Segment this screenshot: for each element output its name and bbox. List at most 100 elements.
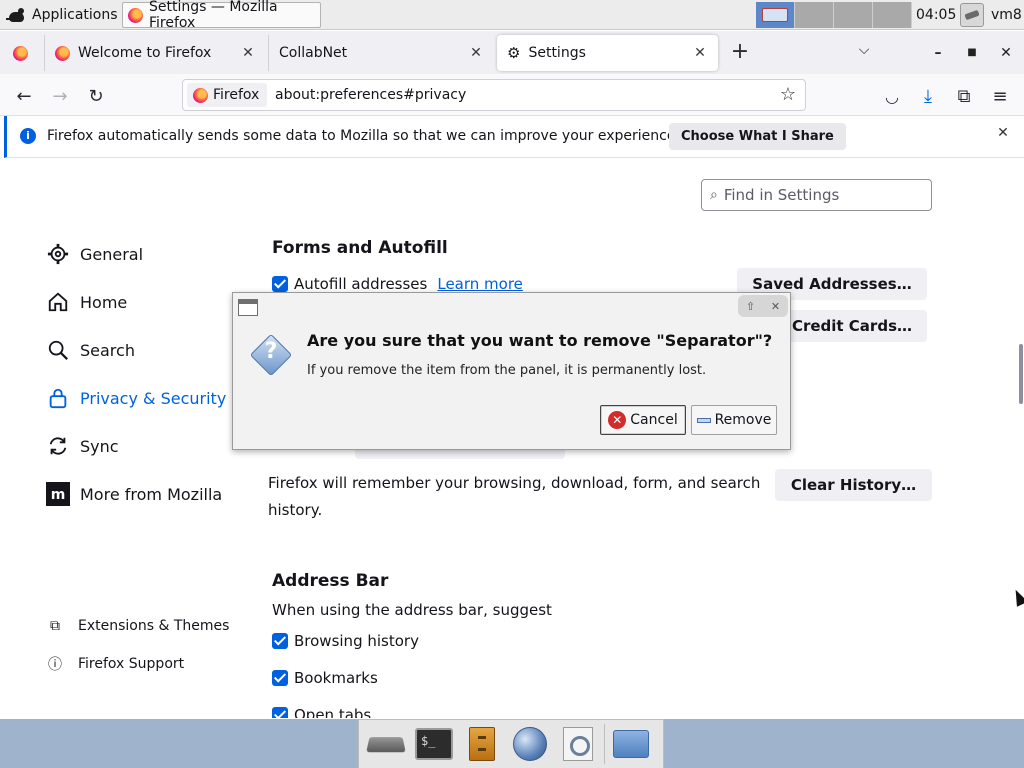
sidebar-footer-label: Extensions & Themes [78,618,230,634]
show-desktop-launcher[interactable] [364,724,408,764]
find-in-settings-input[interactable] [723,186,914,204]
sidebar-footer-label: Firefox Support [78,656,185,672]
hamburger-menu-icon[interactable]: ≡ [987,83,1013,109]
identity-label: Firefox [213,87,260,103]
open-tabs-checkbox[interactable] [272,707,288,718]
sidebar-item-general[interactable]: General [46,238,143,270]
applications-label: Applications [32,7,118,23]
sidebar-firefox-support[interactable]: ⓘ Firefox Support [46,652,184,676]
web-browser-launcher[interactable] [508,724,552,764]
sidebar-item-home[interactable]: Home [46,286,127,318]
close-icon[interactable]: ✕ [993,125,1013,145]
cancel-button[interactable]: ✕ Cancel [600,405,686,435]
firefox-icon [128,7,143,23]
downloads-icon[interactable]: ⤓ [915,83,941,109]
workspace-2[interactable] [795,2,834,28]
workspace-1[interactable] [756,2,795,28]
gear-icon: ⚙ [507,44,521,62]
taskbar-firefox-window[interactable]: Settings — Mozilla Firefox [122,0,321,31]
window-icon [238,299,258,316]
forward-arrow-icon[interactable]: → [47,83,73,109]
dialog-maximize-icon[interactable]: ⇧ [746,300,755,313]
tab-label: CollabNet [279,45,348,61]
address-bar-heading: Address Bar [272,571,389,591]
url-text[interactable]: about:preferences#privacy [275,80,466,110]
dialog-message: If you remove the item from the panel, i… [307,363,707,378]
home-folder-launcher[interactable] [609,724,653,764]
dialog-title: Are you sure that you want to remove "Se… [307,331,773,350]
history-description-line2: history. [268,501,323,519]
close-icon[interactable]: ✕ [771,300,780,313]
remove-button-label: Remove [714,412,772,428]
clear-history-button[interactable]: Clear History… [775,469,932,501]
autofill-addresses-label: Autofill addresses [294,275,428,293]
window-close-button[interactable]: ✕ [995,42,1017,64]
help-icon: ⓘ [48,657,62,673]
close-icon[interactable]: ✕ [692,45,708,61]
find-in-settings[interactable]: ⌕ [701,179,932,211]
suggest-browsing-history-row: Browsing history [272,630,419,652]
browsing-history-checkbox[interactable] [272,633,288,649]
dock-separator [604,724,605,764]
sidebar-item-more-from-mozilla[interactable]: m More from Mozilla [46,478,222,510]
home-icon [46,290,70,314]
sync-icon [46,434,70,458]
bookmarks-checkbox[interactable] [272,670,288,686]
network-tray-icon[interactable] [960,3,984,27]
search-icon [46,338,70,362]
choose-what-i-share-button[interactable]: Choose What I Share [669,123,846,150]
svg-text:m: m [51,487,66,503]
new-tab-button[interactable]: + [728,40,752,66]
autofill-addresses-checkbox[interactable] [272,276,288,292]
tab-collabnet[interactable]: CollabNet ✕ [268,35,494,71]
learn-more-link[interactable]: Learn more [437,275,523,293]
sidebar-item-sync[interactable]: Sync [46,430,119,462]
file-manager-launcher[interactable] [460,724,504,764]
navigation-toolbar: ← → ↻ Firefox about:preferences#privacy … [0,74,1024,116]
workspace-4[interactable] [873,2,912,28]
reload-icon[interactable]: ↻ [83,83,109,109]
address-bar-subtitle: When using the address bar, suggest [272,601,552,619]
globe-icon [513,727,547,761]
drive-icon [366,737,406,753]
search-icon: ⌕ [710,187,718,203]
applications-menu-button[interactable]: Applications [2,2,122,28]
history-description-line1: Firefox will remember your browsing, dow… [268,474,761,492]
back-arrow-icon[interactable]: ← [11,83,37,109]
close-icon[interactable]: ✕ [468,45,484,61]
page-scrollbar-thumb[interactable] [1019,344,1023,404]
sidebar-item-privacy-security[interactable]: Privacy & Security [46,382,226,414]
sidebar-item-search[interactable]: Search [46,334,135,366]
bookmark-star-icon[interactable]: ☆ [777,84,799,106]
magnifier-icon [563,727,593,761]
cancel-icon: ✕ [608,411,627,429]
workspace-window-thumbnail [762,8,788,22]
tab-welcome[interactable]: Welcome to Firefox ✕ [44,35,266,71]
xfce-mouse-icon [6,6,28,24]
remove-button[interactable]: Remove [691,405,777,435]
maximize-button[interactable]: ■ [961,42,983,64]
tab-settings[interactable]: ⚙ Settings ✕ [497,35,718,71]
app-finder-launcher[interactable] [556,724,600,764]
identity-box[interactable]: Firefox [187,83,267,107]
extensions-puzzle-icon[interactable]: ⧉ [951,83,977,109]
panel-clock[interactable]: 04:05 [916,0,956,30]
minimize-button[interactable]: – [927,42,949,64]
close-icon[interactable]: ✕ [240,45,256,61]
tab-label: Settings [528,45,586,61]
terminal-icon: $_ [415,728,453,760]
firefox-view-icon [13,45,28,61]
pocket-icon[interactable]: ◡ [879,83,905,109]
dock-panel: $_ [358,719,664,768]
remove-item-dialog: ⇧ ✕ ? Are you sure that you want to remo… [232,292,791,450]
gear-icon [46,242,70,266]
workspace-3[interactable] [834,2,873,28]
terminal-launcher[interactable]: $_ [412,724,456,764]
tab-firefox-view[interactable] [6,35,36,71]
remove-icon [696,417,711,423]
chevron-down-icon[interactable]: ⌵ [852,42,876,64]
firefox-icon [55,45,70,61]
sidebar-extensions-themes[interactable]: ⧉ Extensions & Themes [46,614,229,638]
url-bar[interactable]: Firefox about:preferences#privacy ☆ [182,79,806,111]
bookmarks-label: Bookmarks [294,669,378,687]
